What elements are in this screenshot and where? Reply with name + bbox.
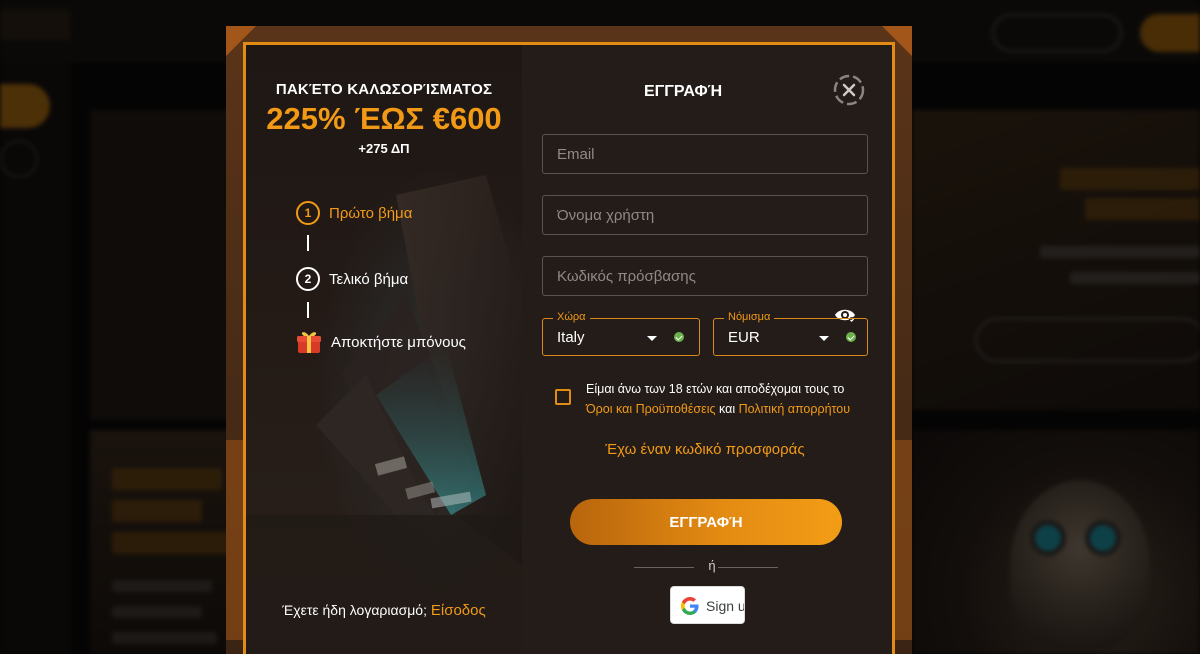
- promo-amount: 225% ΈΩΣ €600: [266, 101, 502, 136]
- promo-title: ΠΑΚΈΤΟ ΚΑΛΩΣΟΡΊΣΜΑΤΟΣ: [275, 81, 493, 98]
- username-field[interactable]: [542, 195, 868, 235]
- country-label: Χώρα: [553, 311, 590, 323]
- check-icon: [846, 332, 856, 342]
- step-number-icon: 2: [296, 267, 320, 291]
- privacy-link[interactable]: Πολιτική απορρήτου: [739, 402, 851, 416]
- country-value: Italy: [557, 329, 585, 346]
- currency-value: EUR: [728, 329, 760, 346]
- password-field[interactable]: [542, 256, 868, 296]
- divider: [718, 567, 778, 568]
- currency-label: Νόμισμα: [724, 311, 775, 323]
- close-icon[interactable]: [832, 73, 866, 107]
- currency-select[interactable]: Νόμισμα EUR: [713, 311, 868, 356]
- divider: [634, 567, 694, 568]
- chevron-down-icon: [647, 336, 657, 341]
- or-separator: ή: [708, 558, 716, 573]
- step-label: Τελικό βήμα: [329, 270, 409, 288]
- email-field[interactable]: [542, 134, 868, 174]
- form-title: ΕΓΓΡΑΦΉ: [644, 83, 723, 100]
- welcome-promo-panel: ΠΑΚΈΤΟ ΚΑΛΩΣΟΡΊΣΜΑΤΟΣ 225% ΈΩΣ €600 +275…: [246, 45, 522, 654]
- promo-extra: +275 ΔΠ: [358, 141, 410, 156]
- google-signup-button[interactable]: Sign up: [670, 586, 745, 624]
- terms-text: Είμαι άνω των 18 ετών και αποδέχομαι του…: [586, 379, 876, 419]
- login-link[interactable]: Είσοδος: [431, 602, 486, 619]
- login-prompt: Έχετε ήδη λογαριασμό;: [282, 602, 427, 618]
- terms-and: και: [719, 402, 736, 416]
- step-connector: [307, 302, 309, 318]
- login-prompt-row: Έχετε ήδη λογαριασμό; Είσοδος: [246, 602, 522, 619]
- promo-code-link[interactable]: Έχω έναν κωδικό προσφοράς: [542, 441, 868, 458]
- google-icon: [681, 597, 699, 615]
- register-button[interactable]: ΕΓΓΡΑΦΉ: [570, 499, 842, 545]
- step-number-icon: 1: [296, 201, 320, 225]
- step-first: 1 Πρώτο βήμα: [296, 201, 412, 225]
- country-select[interactable]: Χώρα Italy: [542, 311, 700, 356]
- terms-link[interactable]: Όροι και Προϋποθέσεις: [586, 402, 716, 416]
- frame-side: [226, 440, 243, 640]
- frame-side: [895, 440, 912, 640]
- terms-prefix: Είμαι άνω των 18 ετών και αποδέχομαι του…: [586, 382, 845, 396]
- terms-checkbox[interactable]: [555, 389, 571, 405]
- step-bonus: Αποκτήστε μπόνους: [296, 329, 466, 355]
- check-icon: [674, 332, 684, 342]
- google-signup-label: Sign up: [706, 598, 745, 614]
- step-label: Αποκτήστε μπόνους: [331, 333, 466, 351]
- step-label: Πρώτο βήμα: [329, 204, 413, 222]
- step-connector: [307, 235, 309, 251]
- chevron-down-icon: [819, 336, 829, 341]
- step-final: 2 Τελικό βήμα: [296, 267, 408, 291]
- gift-icon: [297, 332, 321, 353]
- registration-modal: ΠΑΚΈΤΟ ΚΑΛΩΣΟΡΊΣΜΑΤΟΣ 225% ΈΩΣ €600 +275…: [243, 42, 895, 654]
